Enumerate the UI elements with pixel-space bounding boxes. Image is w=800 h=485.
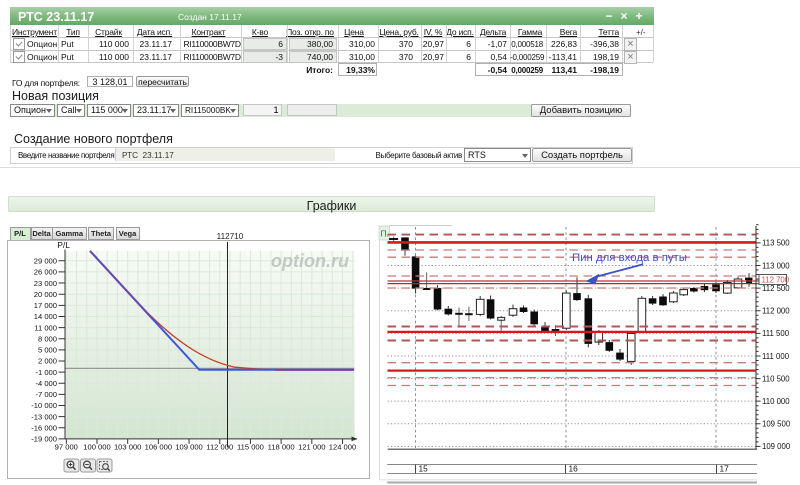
svg-text:111 500: 111 500 [762, 329, 790, 338]
svg-text:-19 000: -19 000 [31, 434, 57, 443]
svg-text:100 000: 100 000 [83, 442, 110, 451]
svg-text:П.: П. [381, 229, 389, 239]
svg-text:-1 000: -1 000 [35, 367, 57, 376]
svg-text:112 700: 112 700 [762, 275, 790, 284]
svg-text:23 000: 23 000 [34, 278, 57, 287]
svg-text:14 000: 14 000 [34, 312, 57, 321]
svg-text:17: 17 [720, 464, 730, 474]
svg-text:109 500: 109 500 [762, 420, 791, 429]
svg-text:5 000: 5 000 [38, 345, 57, 354]
svg-text:113 000: 113 000 [762, 261, 790, 270]
svg-text:17 000: 17 000 [34, 301, 57, 310]
svg-text:112 000: 112 000 [762, 307, 790, 316]
svg-text:113 500: 113 500 [762, 239, 790, 248]
svg-text:97 000: 97 000 [55, 442, 78, 451]
svg-text:26 000: 26 000 [34, 267, 57, 276]
svg-text:111 000: 111 000 [762, 352, 790, 361]
svg-text:2 000: 2 000 [38, 356, 57, 365]
svg-text:121 000: 121 000 [298, 442, 325, 451]
svg-text:-16 000: -16 000 [31, 423, 57, 432]
svg-text:15: 15 [419, 464, 429, 474]
svg-text:-4 000: -4 000 [35, 378, 57, 387]
svg-text:29 000: 29 000 [34, 256, 57, 265]
svg-text:112 000: 112 000 [206, 442, 233, 451]
svg-text:106 000: 106 000 [145, 442, 172, 451]
svg-text:-7 000: -7 000 [35, 390, 57, 399]
svg-text:103 000: 103 000 [114, 442, 141, 451]
svg-text:option.ru: option.ru [271, 251, 349, 271]
svg-text:110 000: 110 000 [762, 397, 790, 406]
svg-text:124 000: 124 000 [329, 442, 356, 451]
svg-text:-10 000: -10 000 [31, 401, 57, 410]
svg-text:20 000: 20 000 [34, 289, 57, 298]
svg-text:11 000: 11 000 [34, 323, 57, 332]
svg-text:118 000: 118 000 [268, 442, 295, 451]
svg-text:P/L: P/L [57, 240, 70, 250]
svg-text:109 000: 109 000 [762, 442, 791, 451]
svg-text:8 000: 8 000 [38, 334, 57, 343]
svg-text:Пин для входа в путы: Пин для входа в путы [572, 252, 687, 264]
svg-text:110 500: 110 500 [762, 374, 790, 383]
svg-text:-13 000: -13 000 [31, 412, 57, 421]
svg-text:16: 16 [569, 464, 579, 474]
svg-text:112 500: 112 500 [762, 284, 790, 293]
svg-text:115 000: 115 000 [237, 442, 264, 451]
svg-text:109 000: 109 000 [175, 442, 202, 451]
